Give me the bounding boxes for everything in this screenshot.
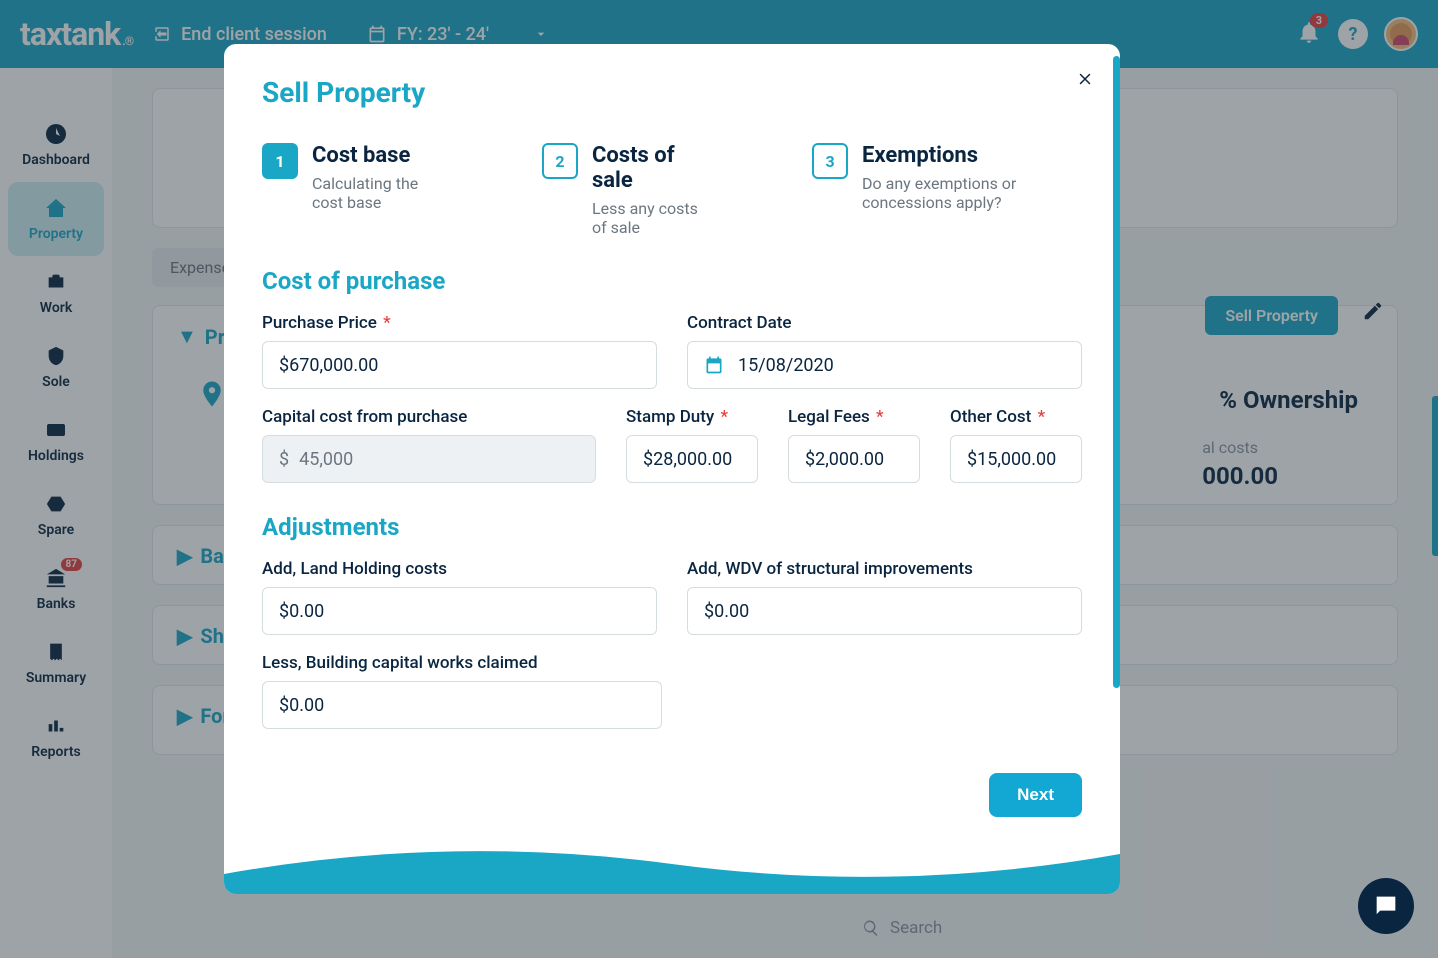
legal-fees-field: Legal Fees * $2,000.00: [788, 407, 920, 483]
sell-property-modal: Sell Property 1 Cost base Calculating th…: [224, 44, 1120, 894]
section-adjustments: Adjustments: [262, 513, 1082, 541]
step-cost-base[interactable]: 1 Cost base Calculating the cost base: [262, 143, 442, 237]
purchase-price-field: Purchase Price * $670,000.00: [262, 313, 657, 389]
close-icon: [1076, 70, 1094, 88]
step-number: 1: [262, 143, 298, 179]
land-holding-field: Add, Land Holding costs $0.00: [262, 559, 657, 635]
field-label: Less, Building capital works claimed: [262, 653, 662, 673]
next-button[interactable]: Next: [989, 773, 1082, 817]
input-value: $670,000.00: [279, 355, 378, 376]
dollar-icon: $: [279, 449, 289, 470]
section-cost-of-purchase: Cost of purchase: [262, 267, 1082, 295]
capital-works-field: Less, Building capital works claimed $0.…: [262, 653, 662, 729]
step-costs-of-sale[interactable]: 2 Costs of sale Less any costs of sale: [542, 143, 712, 237]
next-label: Next: [1017, 785, 1054, 804]
chat-icon: [1372, 892, 1400, 920]
wdv-field: Add, WDV of structural improvements $0.0…: [687, 559, 1082, 635]
step-label: Cost base: [312, 143, 442, 168]
stamp-duty-field: Stamp Duty * $28,000.00: [626, 407, 758, 483]
field-label: Contract Date: [687, 313, 1082, 333]
input-value: $15,000.00: [967, 449, 1056, 470]
step-label: Exemptions: [862, 143, 1082, 168]
step-desc: Do any exemptions or concessions apply?: [862, 174, 1082, 212]
legal-fees-input[interactable]: $2,000.00: [788, 435, 920, 483]
other-cost-input[interactable]: $15,000.00: [950, 435, 1082, 483]
land-holding-input[interactable]: $0.00: [262, 587, 657, 635]
step-desc: Less any costs of sale: [592, 199, 712, 237]
other-cost-field: Other Cost * $15,000.00: [950, 407, 1082, 483]
field-label: Stamp Duty: [626, 407, 714, 427]
field-label: Add, WDV of structural improvements: [687, 559, 1082, 579]
capital-works-input[interactable]: $0.00: [262, 681, 662, 729]
step-exemptions[interactable]: 3 Exemptions Do any exemptions or conces…: [812, 143, 1082, 237]
stepper: 1 Cost base Calculating the cost base 2 …: [262, 143, 1082, 237]
field-label: Other Cost: [950, 407, 1031, 427]
field-label: Capital cost from purchase: [262, 407, 596, 427]
input-value: $0.00: [704, 601, 749, 622]
step-desc: Calculating the cost base: [312, 174, 442, 212]
field-label: Legal Fees: [788, 407, 870, 427]
modal-title: Sell Property: [262, 76, 1082, 109]
step-number: 2: [542, 143, 578, 179]
input-value: 15/08/2020: [738, 355, 834, 376]
step-label: Costs of sale: [592, 143, 712, 193]
modal-wave-decoration: [224, 834, 1120, 894]
input-value: 45,000: [299, 449, 353, 470]
contract-date-input[interactable]: 15/08/2020: [687, 341, 1082, 389]
stamp-duty-input[interactable]: $28,000.00: [626, 435, 758, 483]
input-value: $0.00: [279, 695, 324, 716]
chat-button[interactable]: [1358, 878, 1414, 934]
contract-date-field: Contract Date 15/08/2020: [687, 313, 1082, 389]
step-number: 3: [812, 143, 848, 179]
input-value: $28,000.00: [643, 449, 732, 470]
close-button[interactable]: [1076, 70, 1094, 92]
capital-cost-display: $ 45,000: [262, 435, 596, 483]
input-value: $2,000.00: [805, 449, 884, 470]
purchase-price-input[interactable]: $670,000.00: [262, 341, 657, 389]
capital-cost-field: Capital cost from purchase $ 45,000: [262, 407, 596, 483]
calendar-icon: [704, 355, 724, 375]
field-label: Add, Land Holding costs: [262, 559, 657, 579]
modal-scrollbar[interactable]: [1113, 56, 1120, 688]
wdv-input[interactable]: $0.00: [687, 587, 1082, 635]
input-value: $0.00: [279, 601, 324, 622]
field-label: Purchase Price: [262, 313, 377, 333]
